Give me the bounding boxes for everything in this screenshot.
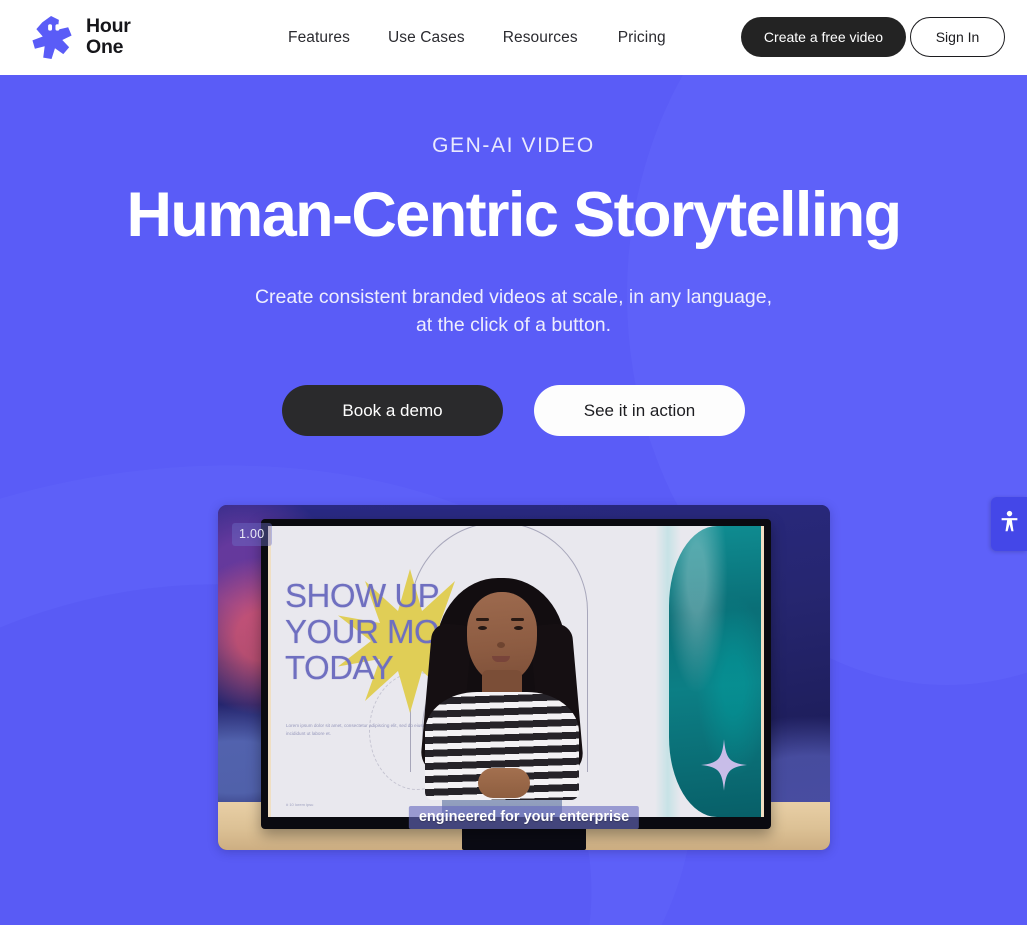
accessibility-person-icon (999, 510, 1020, 538)
hero-cta-row: Book a demo See it in action (0, 385, 1027, 436)
video-caption: engineered for your enterprise (408, 806, 640, 829)
logo-line-2: One (86, 36, 124, 58)
presenter-nose (497, 642, 505, 648)
site-header: Hour One Features Use Cases Resources Pr… (0, 0, 1027, 75)
nav-item-pricing[interactable]: Pricing (618, 29, 666, 47)
monitor-screen: SHOW UP YOUR MOOD TODAY Lorem ipsum dolo… (268, 526, 764, 817)
logo-wordmark: Hour One (86, 16, 131, 58)
presenter-hands (478, 768, 530, 798)
presenter-brow-left (476, 618, 489, 621)
book-a-demo-button[interactable]: Book a demo (282, 385, 503, 436)
nav-item-features[interactable]: Features (288, 29, 350, 47)
hero-section: GEN-AI VIDEO Human-Centric Storytelling … (0, 75, 1027, 925)
accessibility-widget-button[interactable] (991, 497, 1027, 551)
presenter-eye-left (478, 626, 487, 630)
sparkle-icon (701, 739, 747, 791)
main-nav: Features Use Cases Resources Pricing (288, 0, 666, 75)
presenter-avatar (416, 552, 586, 817)
presenter-eye-right (514, 626, 523, 630)
presenter-brow-right (511, 618, 524, 621)
create-free-video-button[interactable]: Create a free video (740, 17, 906, 57)
hour-one-star-logo-icon (30, 13, 77, 61)
presenter-face (467, 592, 537, 682)
monitor-bezel: SHOW UP YOUR MOOD TODAY Lorem ipsum dolo… (261, 519, 771, 829)
see-it-in-action-button[interactable]: See it in action (534, 385, 745, 436)
sign-in-button[interactable]: Sign In (910, 17, 1005, 57)
video-time-badge: 1.00 (232, 523, 272, 546)
hero-headline: Human-Centric Storytelling (126, 180, 903, 250)
slide-footnote: # 10 lorem ipsu (286, 802, 314, 807)
hero-video-player[interactable]: SHOW UP YOUR MOOD TODAY Lorem ipsum dolo… (218, 505, 830, 850)
hero-eyebrow: GEN-AI VIDEO (432, 134, 595, 157)
nav-item-use-cases[interactable]: Use Cases (388, 29, 465, 47)
slide-ocean-photo (655, 526, 761, 817)
nav-item-resources[interactable]: Resources (503, 29, 578, 47)
logo-link[interactable]: Hour One (30, 13, 131, 61)
logo-line-1: Hour (86, 15, 131, 37)
hero-subheadline: Create consistent branded videos at scal… (254, 286, 773, 336)
